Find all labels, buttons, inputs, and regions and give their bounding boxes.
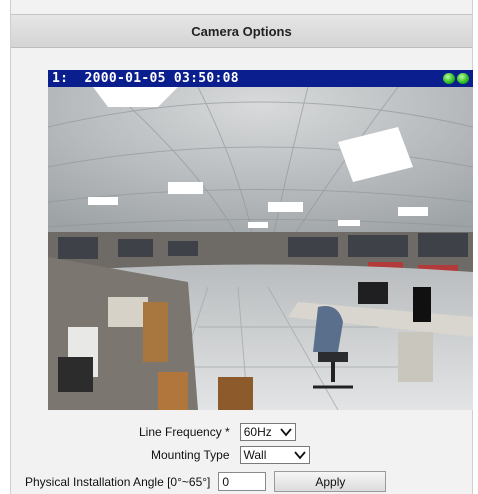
status-light-icon <box>443 73 455 84</box>
video-osd-bar: 1: 2000-01-05 03:50:08 <box>48 70 473 87</box>
mounting-type-row: Mounting Type Wall <box>151 446 310 464</box>
mounting-type-value: Wall <box>243 448 267 462</box>
chevron-down-icon <box>293 451 306 460</box>
panel-header: Camera Options <box>11 14 472 48</box>
line-frequency-row: Line Frequency * 60Hz <box>139 423 296 441</box>
apply-button[interactable]: Apply <box>274 471 387 492</box>
mounting-type-select[interactable]: Wall <box>239 446 310 464</box>
line-frequency-label: Line Frequency * <box>139 425 230 439</box>
installation-angle-input[interactable]: 0 <box>218 472 267 491</box>
camera-live-view[interactable]: 1: 2000-01-05 03:50:08 <box>48 70 473 410</box>
mounting-type-label: Mounting Type <box>151 448 230 462</box>
chevron-down-icon <box>280 428 292 437</box>
status-light-icon <box>457 73 469 84</box>
office-camera-image <box>48 87 473 410</box>
line-frequency-select[interactable]: 60Hz <box>239 423 296 441</box>
installation-angle-label: Physical Installation Angle [0°~65°] <box>25 474 211 489</box>
installation-angle-row: Physical Installation Angle [0°~65°] 0 A… <box>25 471 387 492</box>
status-indicators <box>443 73 469 84</box>
camera-options-panel: Camera Options 1: 2000-01-05 03:50:08 Li… <box>10 0 473 494</box>
line-frequency-value: 60Hz <box>243 425 272 439</box>
video-timestamp: 1: 2000-01-05 03:50:08 <box>52 71 239 86</box>
panel-title: Camera Options <box>191 23 292 39</box>
